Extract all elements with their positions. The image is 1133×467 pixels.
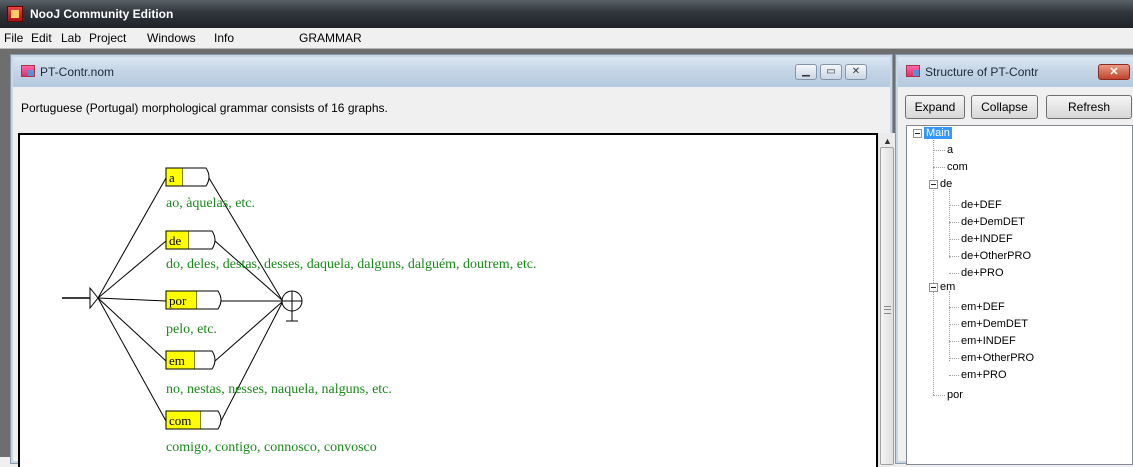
- edge-init-com: [97, 297, 167, 422]
- menu-info[interactable]: Info: [214, 31, 234, 45]
- node-com[interactable]: com: [165, 410, 222, 430]
- mdi-workspace: PT-Contr.nom ▁ ▭ ✕ Portuguese (Portugal)…: [0, 49, 1133, 467]
- app-title: NooJ Community Edition: [30, 7, 174, 21]
- menu-project[interactable]: Project: [89, 31, 126, 45]
- tree-node-em-demdet[interactable]: em+DemDET: [961, 318, 1028, 330]
- node-de-label: de: [169, 233, 182, 248]
- tree-node-de[interactable]: de: [940, 178, 952, 190]
- tree-node-em-otherpro[interactable]: em+OtherPRO: [961, 352, 1034, 364]
- tree-node-de-indef[interactable]: de+INDEF: [961, 233, 1013, 245]
- tree-node-em-def[interactable]: em+DEF: [961, 301, 1005, 313]
- window-icon: [906, 65, 920, 77]
- collapse-main-icon[interactable]: [913, 129, 922, 138]
- structure-window-title: Structure of PT-Contr: [925, 65, 1039, 79]
- initial-node: [89, 286, 99, 310]
- close-button[interactable]: ✕: [1098, 64, 1130, 80]
- collapse-button[interactable]: Collapse: [971, 95, 1038, 119]
- node-em-label: em: [169, 353, 185, 368]
- grammar-graph: a de por em com ao, àquelas, etc. do, de…: [62, 167, 537, 455]
- window-icon: [21, 65, 35, 77]
- collapse-em-icon[interactable]: [929, 283, 938, 292]
- node-de[interactable]: de: [165, 230, 216, 250]
- menu-lab[interactable]: Lab: [61, 31, 81, 45]
- node-com-label: com: [169, 413, 191, 428]
- tree-node-por[interactable]: por: [947, 389, 963, 401]
- refresh-button[interactable]: Refresh: [1046, 95, 1132, 119]
- edge-init-a: [97, 177, 167, 299]
- collapse-de-icon[interactable]: [929, 180, 938, 189]
- edge-init-em: [97, 297, 167, 362]
- scroll-up-arrow-icon[interactable]: ▲: [883, 136, 892, 146]
- comment-a: ao, àquelas, etc.: [166, 196, 255, 211]
- app-title-bar[interactable]: NooJ Community Edition: [0, 0, 1133, 29]
- tree-node-a[interactable]: a: [947, 144, 953, 156]
- comment-por: pelo, etc.: [166, 322, 217, 337]
- structure-window: Structure of PT-Contr ✕ Expand Collapse …: [895, 54, 1133, 465]
- minimize-button[interactable]: ▁: [795, 64, 817, 80]
- tree-node-em-indef[interactable]: em+INDEF: [961, 335, 1016, 347]
- canvas-vertical-scrollbar[interactable]: ▲: [878, 133, 896, 467]
- scrollbar-thumb[interactable]: [880, 147, 894, 465]
- maximize-button[interactable]: ▭: [820, 64, 842, 80]
- node-por[interactable]: por: [165, 290, 222, 310]
- final-node: [281, 290, 303, 322]
- tree-node-de-def[interactable]: de+DEF: [961, 199, 1002, 211]
- grammar-graph-canvas[interactable]: a de por em com ao, àquelas, etc. do, de…: [18, 133, 878, 467]
- node-em[interactable]: em: [165, 350, 216, 370]
- grammar-window: PT-Contr.nom ▁ ▭ ✕ Portuguese (Portugal)…: [10, 54, 896, 467]
- menu-bar: File Edit Lab Project Windows Info GRAMM…: [0, 28, 1133, 49]
- node-a[interactable]: a: [165, 167, 210, 187]
- menu-grammar[interactable]: GRAMMAR: [299, 31, 362, 45]
- structure-window-title-bar[interactable]: Structure of PT-Contr ✕: [898, 57, 1133, 87]
- grammar-window-title-bar[interactable]: PT-Contr.nom ▁ ▭ ✕: [13, 57, 890, 87]
- menu-edit[interactable]: Edit: [31, 31, 52, 45]
- nooj-app-icon: [7, 6, 23, 22]
- tree-node-de-otherpro[interactable]: de+OtherPRO: [961, 250, 1031, 262]
- expand-button[interactable]: Expand: [905, 95, 965, 119]
- tree-node-de-pro[interactable]: de+PRO: [961, 267, 1004, 279]
- edge-init-de: [97, 240, 167, 299]
- comment-de: do, deles, destas, desses, daquela, dalg…: [166, 257, 537, 272]
- comment-em: no, nestas, nesses, naquela, nalguns, et…: [166, 382, 392, 397]
- tree-node-de-demdet[interactable]: de+DemDET: [961, 216, 1025, 228]
- edge-em-final: [214, 301, 283, 362]
- edge-init-por: [97, 297, 167, 302]
- node-por-label: por: [169, 293, 187, 308]
- edge-com-final: [220, 302, 283, 422]
- tree-node-em[interactable]: em: [940, 281, 955, 293]
- structure-tree[interactable]: Main a com de de+DEF de+DemDET de+INDEF …: [906, 125, 1133, 465]
- tree-node-com[interactable]: com: [947, 161, 968, 173]
- tree-node-main[interactable]: Main: [924, 127, 952, 139]
- node-a-label: a: [169, 170, 175, 185]
- comment-com: comigo, contigo, connosco, convosco: [166, 440, 377, 455]
- menu-file[interactable]: File: [4, 31, 23, 45]
- grammar-window-title: PT-Contr.nom: [40, 65, 115, 79]
- menu-windows[interactable]: Windows: [147, 31, 196, 45]
- grammar-description: Portuguese (Portugal) morphological gram…: [21, 101, 388, 115]
- close-button[interactable]: ✕: [845, 64, 867, 80]
- tree-node-em-pro[interactable]: em+PRO: [961, 369, 1007, 381]
